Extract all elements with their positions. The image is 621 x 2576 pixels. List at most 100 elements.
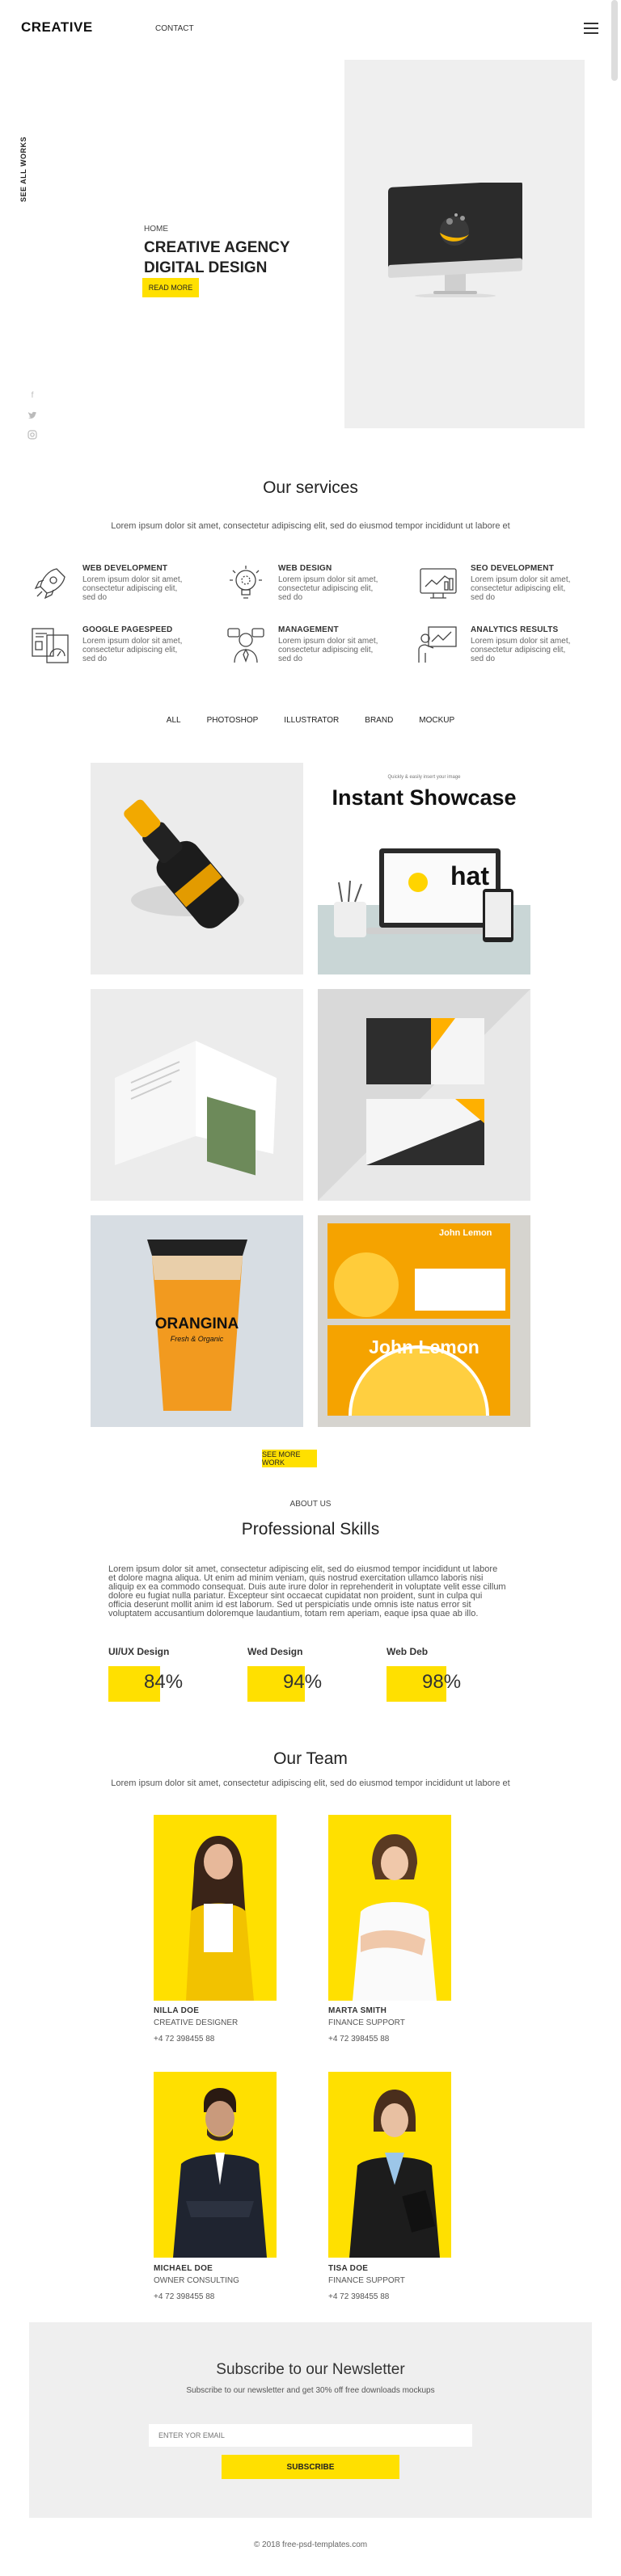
portfolio-item-showcase[interactable]: Quickly & easily insert your image Insta… (318, 763, 530, 974)
facebook-icon[interactable]: f (27, 391, 37, 401)
hero-title: CREATIVE AGENCY DIGITAL DESIGN (144, 238, 338, 278)
about-kicker: ABOUT US (289, 1500, 332, 1509)
woman-yellow-cardigan-image (186, 1836, 254, 2001)
hero-kicker: HOME (144, 225, 168, 234)
member-name: TISA DOE (328, 2264, 369, 2273)
service-desc: Lorem ipsum dolor sit amet, consectetur … (471, 575, 571, 602)
bottle-sub: Fresh & Organic (170, 1335, 224, 1343)
woman-headset-image (353, 1834, 437, 2001)
portfolio-item-magazine[interactable] (91, 989, 303, 1201)
filter-mockup[interactable]: MOCKUP (419, 716, 454, 725)
service-title: WEB DEVELOPMENT (82, 564, 168, 573)
about-paragraph: Lorem ipsum dolor sit amet, consectetur … (108, 1564, 506, 1618)
skill-name: Wed Design (247, 1646, 303, 1657)
newsletter-panel (29, 2322, 592, 2518)
service-desc: Lorem ipsum dolor sit amet, consectetur … (278, 637, 378, 663)
member-photo (154, 1815, 277, 2001)
twitter-icon[interactable] (27, 410, 37, 420)
hamburger-icon[interactable] (584, 23, 598, 34)
skill-value: 84% (144, 1671, 184, 1693)
service-web-design[interactable]: WEB DESIGN Lorem ipsum dolor sit amet, c… (225, 562, 387, 611)
analytics-screen-icon (420, 568, 457, 599)
service-google-pagespeed[interactable]: GOOGLE PAGESPEED Lorem ipsum dolor sit a… (29, 624, 191, 672)
service-seo-development[interactable]: SEO DEVELOPMENT Lorem ipsum dolor sit am… (417, 562, 579, 611)
skill-name: Web Deb (387, 1646, 429, 1657)
service-web-development[interactable]: WEB DEVELOPMENT Lorem ipsum dolor sit am… (29, 562, 191, 611)
magazine-mockup-image (115, 1041, 277, 1176)
services-title: Our services (263, 478, 358, 497)
service-analytics-results[interactable]: ANALYTICS RESULTS Lorem ipsum dolor sit … (417, 624, 579, 672)
service-desc: Lorem ipsum dolor sit amet, consectetur … (82, 637, 183, 663)
lemon-card-name-small: John Lemon (439, 1228, 492, 1238)
member-name: MICHAEL DOE (154, 2264, 213, 2273)
service-title: WEB DESIGN (278, 564, 332, 573)
service-title: GOOGLE PAGESPEED (82, 625, 173, 634)
bottle-mockup-image (124, 799, 244, 928)
member-photo (328, 2072, 451, 2258)
skills-title: Professional Skills (241, 1520, 380, 1538)
newsletter-subtitle: Subscribe to our newsletter and get 30% … (186, 2386, 435, 2395)
skill-value: 98% (422, 1671, 462, 1693)
bottle-label: ORANGINA (154, 1315, 239, 1332)
rocket-icon (34, 568, 65, 600)
service-desc: Lorem ipsum dolor sit amet, consectetur … (278, 575, 378, 602)
man-suit-image (173, 2088, 267, 2258)
member-role: FINANCE SUPPORT (328, 2018, 405, 2027)
portfolio-item-cup[interactable]: ORANGINA Fresh & Organic (91, 1215, 303, 1427)
lemon-cards-image (327, 1223, 510, 1416)
filter-brand[interactable]: BRAND (365, 716, 393, 725)
see-more-work-button[interactable]: SEE MORE WORK (262, 1450, 317, 1467)
presentation-icon (418, 626, 457, 663)
imac-mockup-image (388, 183, 522, 297)
member-role: CREATIVE DESIGNER (154, 2018, 239, 2027)
business-cards-image (318, 989, 530, 1201)
member-role: FINANCE SUPPORT (328, 2276, 405, 2285)
team-title: Our Team (273, 1749, 348, 1768)
laptop-mockup-image (334, 848, 515, 942)
team-lead: Lorem ipsum dolor sit amet, consectetur … (111, 1778, 510, 1788)
footer-copyright: © 2018 free-psd-templates.com (253, 2540, 368, 2549)
filter-all[interactable]: ALL (167, 716, 181, 725)
member-phone: +4 72 398455 88 (154, 2035, 215, 2044)
newsletter-email-input[interactable] (149, 2424, 472, 2447)
member-phone: +4 72 398455 88 (328, 2292, 390, 2301)
portfolio-item-bottle[interactable] (91, 763, 303, 974)
woman-business-image (349, 2090, 440, 2258)
newsletter-title: Subscribe to our Newsletter (216, 2361, 405, 2378)
skill-name: UI/UX Design (108, 1646, 170, 1657)
member-photo (328, 1815, 451, 2001)
service-title: ANALYTICS RESULTS (471, 625, 559, 634)
showcase-title: Instant Showcase (332, 785, 517, 810)
scrollbar-thumb[interactable] (611, 0, 618, 81)
portfolio-filter-bar: ALL PHOTOSHOP ILLUSTRATOR BRAND MOCKUP (0, 716, 621, 725)
speed-document-icon (32, 628, 69, 663)
member-phone: +4 72 398455 88 (154, 2292, 215, 2301)
portfolio-item-lemon-cards[interactable]: John Lemon John Lemon (318, 1215, 530, 1427)
service-management[interactable]: MANAGEMENT Lorem ipsum dolor sit amet, c… (225, 624, 387, 672)
instagram-icon[interactable] (27, 430, 37, 440)
filter-illustrator[interactable]: ILLUSTRATOR (284, 716, 339, 725)
showcase-word: hat (450, 861, 489, 890)
lemon-card-name-large: John Lemon (369, 1336, 479, 1357)
subscribe-button[interactable]: SUBSCRIBE (222, 2455, 399, 2479)
service-desc: Lorem ipsum dolor sit amet, consectetur … (82, 575, 183, 602)
service-title: SEO DEVELOPMENT (471, 564, 555, 573)
service-title: MANAGEMENT (278, 625, 339, 634)
filter-photoshop[interactable]: PHOTOSHOP (207, 716, 259, 725)
services-lead: Lorem ipsum dolor sit amet, consectetur … (111, 521, 510, 531)
read-more-button[interactable]: READ MORE (142, 278, 199, 297)
portfolio-item-business-cards[interactable] (318, 989, 530, 1201)
lightbulb-icon (230, 566, 262, 599)
manager-icon (227, 628, 264, 663)
nav-contact-link[interactable]: CONTACT (155, 24, 194, 33)
hero-title-line2: DIGITAL DESIGN (144, 259, 268, 276)
member-name: NILLA DOE (154, 2006, 200, 2015)
member-name: MARTA SMITH (328, 2006, 387, 2015)
brand-logo[interactable]: CREATIVE (21, 19, 93, 36)
showcase-small-text: Quickly & easily insert your image (387, 775, 461, 780)
member-phone: +4 72 398455 88 (328, 2035, 390, 2044)
hero-title-line1: CREATIVE AGENCY (144, 239, 290, 256)
see-all-works-link[interactable]: SEE ALL WORKS (19, 137, 27, 202)
member-role: OWNER CONSULTING (154, 2276, 239, 2285)
service-desc: Lorem ipsum dolor sit amet, consectetur … (471, 637, 571, 663)
